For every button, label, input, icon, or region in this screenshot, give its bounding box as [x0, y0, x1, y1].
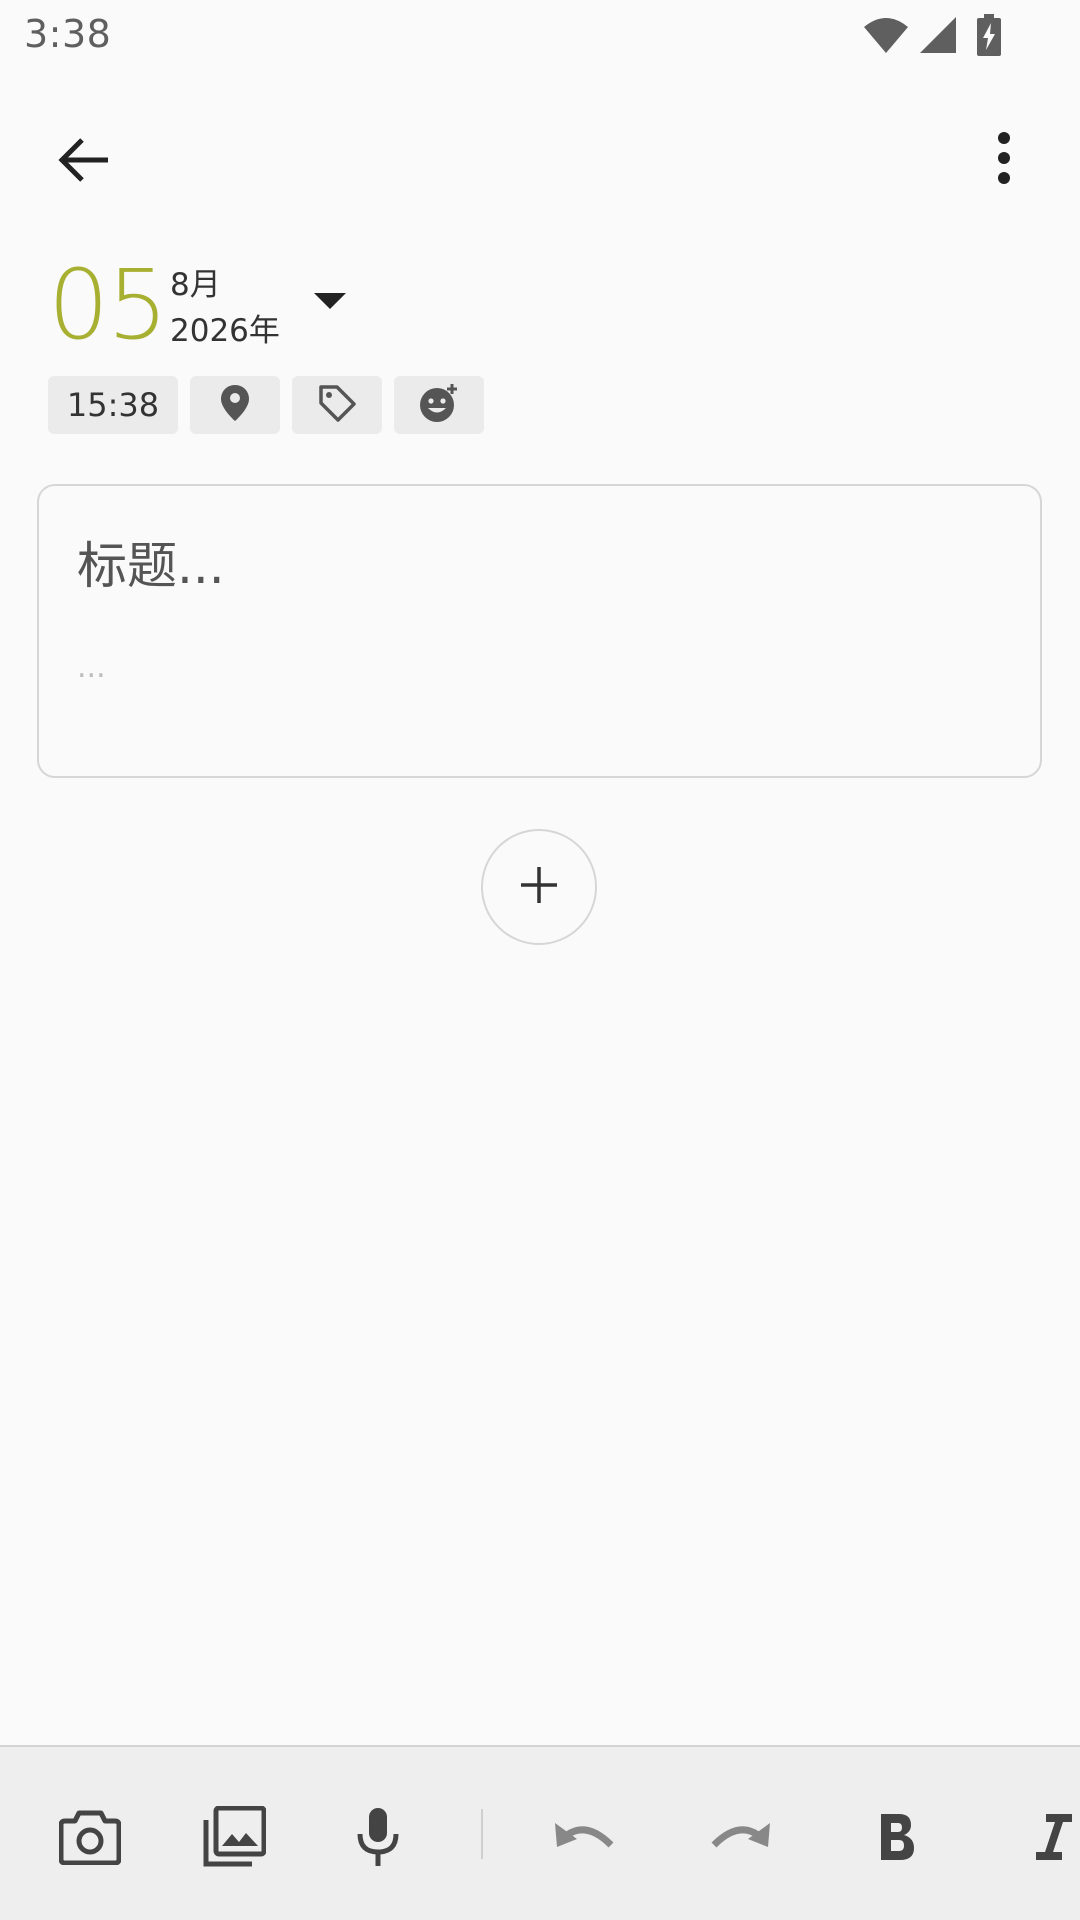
status-time: 3:38 [24, 12, 112, 56]
add-entry-button[interactable] [481, 829, 597, 945]
bold-icon [877, 1812, 917, 1866]
plus-icon [519, 865, 559, 909]
meta-chips: 15:38 [48, 376, 484, 434]
undo-button[interactable] [545, 1799, 625, 1879]
camera-icon [58, 1809, 122, 1869]
tag-icon [317, 383, 357, 427]
note-body-input[interactable]: ... [77, 650, 106, 685]
mood-chip[interactable] [394, 376, 484, 434]
date-month: 8月 [170, 267, 221, 303]
arrow-back-icon [56, 132, 112, 192]
note-title-input[interactable]: 标题... [77, 526, 225, 598]
add-emoji-icon [418, 382, 460, 428]
bold-button[interactable] [857, 1799, 937, 1879]
tag-chip[interactable] [292, 376, 382, 434]
redo-icon [708, 1817, 772, 1861]
italic-button[interactable] [1012, 1799, 1080, 1879]
time-chip[interactable]: 15:38 [48, 376, 178, 434]
gallery-icon [202, 1805, 267, 1872]
status-icons [862, 14, 1002, 56]
microphone-icon [355, 1806, 401, 1872]
gallery-button[interactable] [194, 1799, 274, 1879]
italic-icon [1032, 1812, 1072, 1866]
bottom-toolbar [0, 1745, 1080, 1920]
cell-signal-icon [918, 15, 958, 55]
more-options-button[interactable] [968, 124, 1040, 196]
toolbar-divider [481, 1809, 483, 1859]
date-year: 2026年 [170, 313, 280, 349]
camera-button[interactable] [50, 1799, 130, 1879]
location-pin-icon [220, 384, 250, 426]
location-chip[interactable] [190, 376, 280, 434]
voice-record-button[interactable] [338, 1799, 418, 1879]
app-bar [0, 110, 1080, 202]
battery-charging-icon [976, 14, 1002, 56]
undo-icon [553, 1817, 617, 1861]
date-day: 05 [48, 249, 168, 361]
redo-button[interactable] [700, 1799, 780, 1879]
wifi-icon [862, 15, 910, 55]
more-vert-icon [996, 132, 1012, 188]
back-button[interactable] [48, 126, 120, 198]
status-bar: 3:38 [0, 0, 1080, 76]
note-editor-card: 标题... ... [37, 484, 1042, 778]
dropdown-caret-icon [314, 293, 346, 309]
